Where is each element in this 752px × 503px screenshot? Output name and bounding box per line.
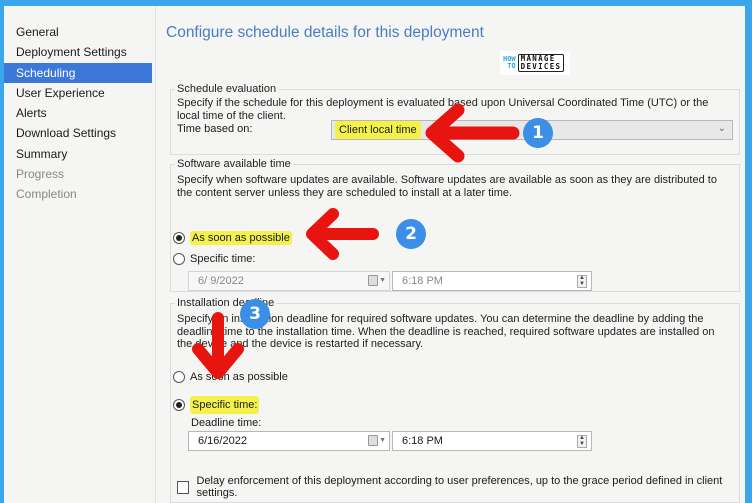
step-badge-1: 1	[523, 118, 553, 148]
step-badge-2: 2	[396, 219, 426, 249]
arrow-2-icon	[306, 208, 379, 260]
arrow-3-icon	[192, 312, 244, 379]
arrow-1-icon	[425, 103, 520, 163]
annotation-arrows	[192, 103, 520, 379]
step-badge-3: 3	[240, 299, 270, 329]
